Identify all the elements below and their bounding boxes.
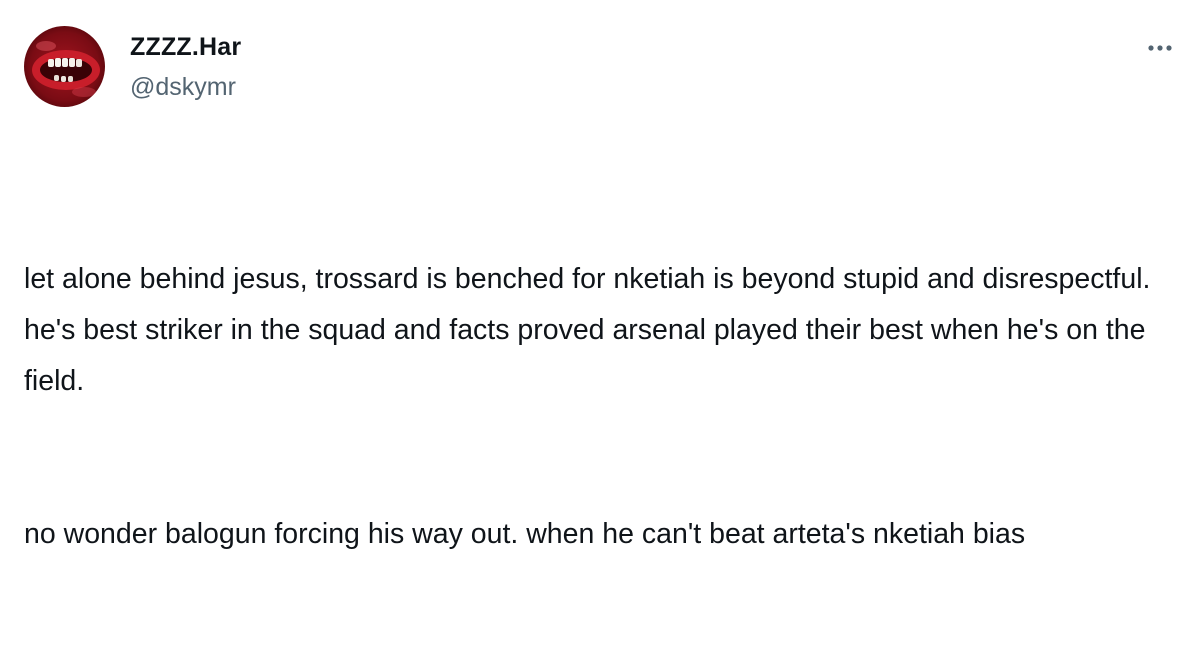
tweet-paragraph-2: no wonder balogun forcing his way out. w… <box>24 518 1026 550</box>
more-horizontal-icon <box>1148 45 1172 51</box>
avatar-image <box>24 26 105 107</box>
author-handle[interactable]: @dskymr <box>130 73 236 102</box>
tweet-paragraph-1: let alone behind jesus, trossard is benc… <box>24 263 1159 397</box>
more-options-button[interactable] <box>1138 30 1182 66</box>
avatar[interactable] <box>24 26 105 107</box>
tweet-card: ZZZZ.Har @dskymr let alone behind jesus,… <box>0 0 1200 550</box>
tweet-text: let alone behind jesus, trossard is benc… <box>24 152 1184 662</box>
author-display-name[interactable]: ZZZZ.Har <box>130 33 241 62</box>
